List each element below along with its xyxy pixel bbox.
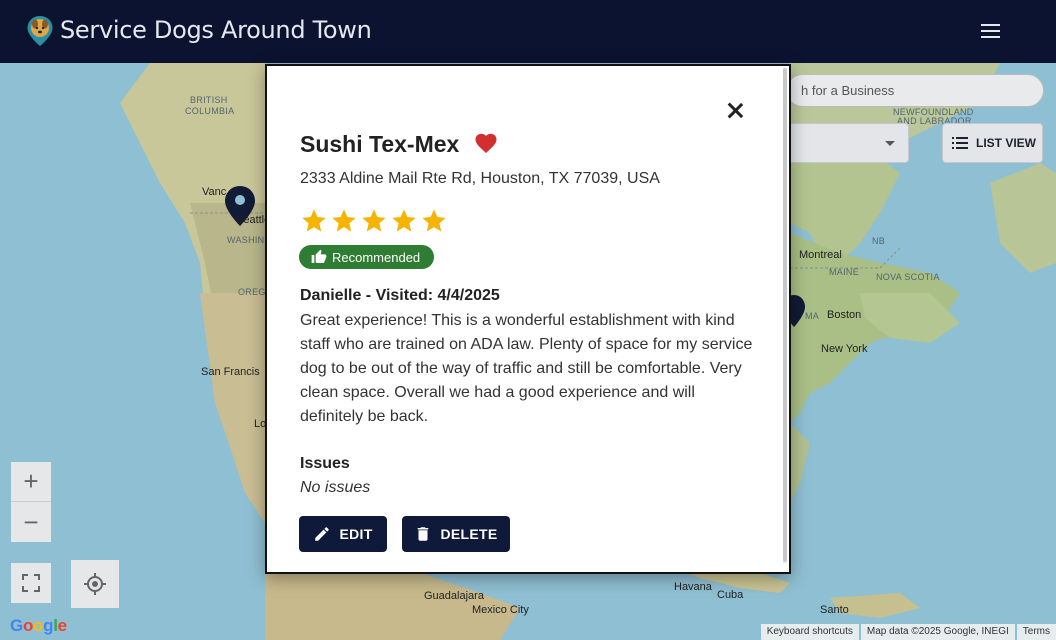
terms-link[interactable]: Terms <box>1016 624 1056 640</box>
list-icon <box>952 137 968 149</box>
map-label: BRITISH <box>190 95 228 105</box>
map-label: NOVA SCOTIA <box>876 272 940 282</box>
heart-icon[interactable] <box>474 132 498 154</box>
scrollbar-thumb[interactable] <box>783 68 787 562</box>
map-label: WASHIN <box>227 235 265 245</box>
star-icon <box>392 209 416 232</box>
map-label: Vanc <box>202 186 227 198</box>
map-data-attribution: Map data ©2025 Google, INEGI <box>860 624 1015 640</box>
review-author: Danielle - Visited: 4/4/2025 <box>300 287 500 304</box>
issues-text: No issues <box>300 479 371 496</box>
delete-button[interactable]: DELETE <box>402 516 510 552</box>
star-icon <box>332 209 356 232</box>
close-icon[interactable] <box>724 100 746 122</box>
business-detail-modal: Sushi Tex-Mex 2333 Aldine Mail Rte Rd, H… <box>265 64 791 574</box>
fullscreen-icon <box>22 574 40 592</box>
map-label: Cuba <box>717 589 744 601</box>
thumbs-up-icon <box>311 249 327 263</box>
business-address: 2333 Aldine Mail Rte Rd, Houston, TX 770… <box>300 170 660 187</box>
dog-pin-logo-icon[interactable] <box>26 15 54 47</box>
map-footer: Keyboard shortcuts Map data ©2025 Google… <box>759 624 1056 640</box>
business-search-input[interactable]: h for a Business <box>786 74 1044 107</box>
list-view-button[interactable]: LIST VIEW <box>942 123 1043 163</box>
trash-icon <box>418 527 429 541</box>
list-view-label: LIST VIEW <box>976 136 1036 150</box>
badge-label: Recommended <box>332 249 421 265</box>
map-label: COLUMBIA <box>185 106 235 116</box>
map-label: Guadalajara <box>424 590 484 602</box>
map-label: MA <box>805 311 820 321</box>
app-header: Service Dogs Around Town <box>0 0 1056 63</box>
map-label: NB <box>872 236 886 246</box>
category-filter-select[interactable] <box>786 123 909 163</box>
keyboard-shortcuts-link[interactable]: Keyboard shortcuts <box>760 624 859 640</box>
zoom-in-button[interactable]: + <box>11 462 51 502</box>
map-label: Havana <box>674 581 712 593</box>
caret-down-icon <box>885 141 895 146</box>
review-text: Great experience! This is a wonderful es… <box>300 312 753 425</box>
edit-button[interactable]: EDIT <box>299 516 387 552</box>
fullscreen-button[interactable] <box>11 563 51 603</box>
map-label: Mexico City <box>472 604 529 616</box>
map-label: Boston <box>827 309 862 321</box>
issues-heading: Issues <box>300 455 350 472</box>
recommended-badge: Recommended <box>299 245 435 269</box>
my-location-button[interactable] <box>71 560 119 608</box>
app-title: Service Dogs Around Town <box>60 16 372 44</box>
map-label: Santo <box>820 604 849 616</box>
star-icon <box>422 209 446 232</box>
map-label: San Francis <box>201 366 260 378</box>
google-logo[interactable]: Google <box>10 616 67 636</box>
zoom-out-button[interactable]: − <box>11 502 51 542</box>
map-label: OREG <box>238 287 266 297</box>
crosshair-icon <box>84 573 106 595</box>
star-icon <box>302 209 326 232</box>
map-label: Montreal <box>799 249 842 261</box>
hamburger-menu-icon[interactable] <box>978 20 1004 42</box>
business-name: Sushi Tex-Mex <box>300 131 460 157</box>
star-icon <box>362 209 386 232</box>
star-rating <box>300 207 448 235</box>
map-label: MAINE <box>829 267 860 277</box>
delete-label: DELETE <box>440 526 498 542</box>
pencil-icon <box>315 527 330 541</box>
map-label: New York <box>821 343 868 355</box>
edit-label: EDIT <box>339 526 373 542</box>
